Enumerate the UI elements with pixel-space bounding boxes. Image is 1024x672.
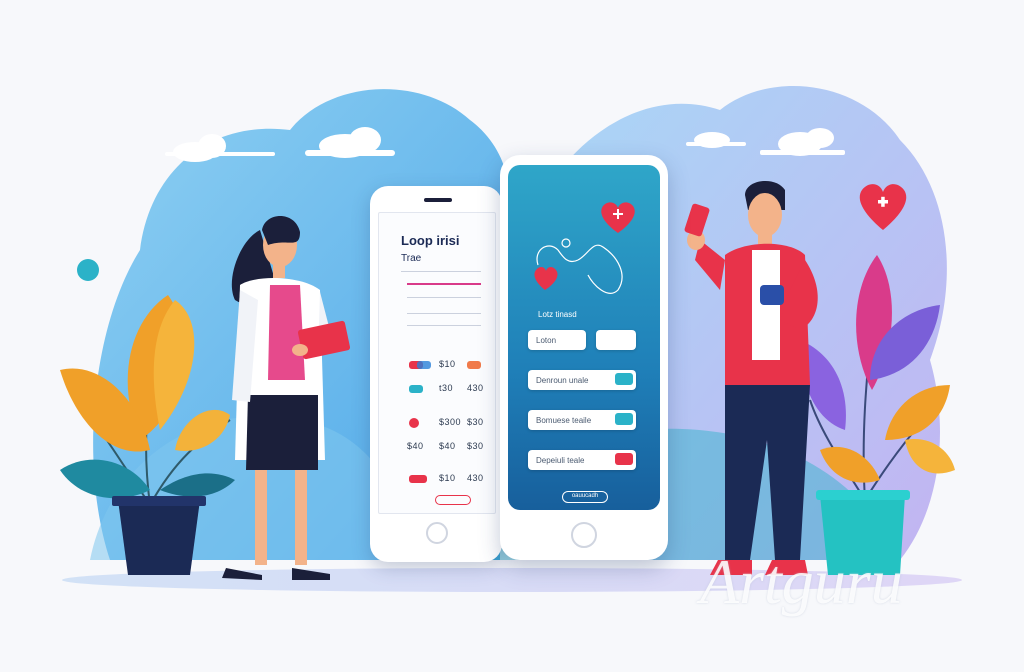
row-pill-2[interactable] xyxy=(409,385,423,393)
left-phone-accent-line xyxy=(407,283,481,285)
left-phone: Loop irisi Trae $10 t30 430 $300 $30 $40… xyxy=(370,186,502,562)
row-value-4: $40 xyxy=(407,441,424,451)
watermark: Artguru xyxy=(700,546,903,617)
field-2-label: Denroun unale xyxy=(536,376,589,385)
field-3[interactable]: Bomuese teaile xyxy=(528,410,636,430)
field-4-label: Depeiuli teale xyxy=(536,456,585,465)
illustration-scene: Loop irisi Trae $10 t30 430 $300 $30 $40… xyxy=(0,0,1024,672)
field-2-toggle[interactable] xyxy=(615,373,633,385)
right-phone-home-button[interactable] xyxy=(571,522,597,548)
right-phone: Lotz tinasd Loton Denroun unale Bomuese … xyxy=(500,155,668,560)
left-phone-home-button[interactable] xyxy=(426,522,448,544)
row-label-4: $40 xyxy=(439,441,456,451)
field-3-toggle[interactable] xyxy=(615,413,633,425)
field-1-label: Loton xyxy=(536,336,557,345)
field-4-toggle[interactable] xyxy=(615,453,633,465)
left-phone-speaker xyxy=(424,198,452,202)
row-value-2: t30 xyxy=(439,383,454,393)
row-pill-3[interactable] xyxy=(409,418,419,428)
field-3-label: Bomuese teaile xyxy=(536,416,592,425)
left-phone-subtitle: Trae xyxy=(401,253,422,264)
right-phone-submit-button[interactable]: oauucadh xyxy=(562,491,608,503)
row-value-4b: $30 xyxy=(467,441,484,451)
left-phone-divider-3 xyxy=(407,313,481,314)
row-value-5: $10 xyxy=(439,473,456,483)
left-phone-screen: Loop irisi Trae $10 t30 430 $300 $30 $40… xyxy=(378,212,496,514)
row-value-1: $10 xyxy=(439,359,456,369)
submit-button-label: oauucadh xyxy=(571,493,599,499)
stethoscope-heart-art xyxy=(534,202,635,294)
field-1b[interactable] xyxy=(596,330,636,350)
row-label-5: 430 xyxy=(467,473,484,483)
row-pill-5[interactable] xyxy=(409,475,427,483)
teal-dot xyxy=(77,259,99,281)
right-phone-header: Lotz tinasd xyxy=(538,310,577,319)
left-phone-action-button[interactable] xyxy=(435,495,471,505)
field-4[interactable]: Depeiuli teale xyxy=(528,450,636,470)
heart-cross-icon-small xyxy=(601,202,635,233)
right-phone-screen: Lotz tinasd Loton Denroun unale Bomuese … xyxy=(508,165,660,510)
field-2[interactable]: Denroun unale xyxy=(528,370,636,390)
heart-icon-small xyxy=(534,267,558,290)
left-phone-divider-1 xyxy=(401,271,481,272)
row-pill-1c xyxy=(467,361,481,369)
field-1[interactable]: Loton xyxy=(528,330,586,350)
row-value-3: $300 xyxy=(439,417,462,427)
row-label-2: 430 xyxy=(467,383,484,393)
row-label-3: $30 xyxy=(467,417,484,427)
left-phone-divider-4 xyxy=(407,325,481,326)
left-phone-divider-2 xyxy=(407,297,481,298)
row-pill-1b xyxy=(417,361,431,369)
left-phone-title: Loop irisi xyxy=(401,233,460,248)
